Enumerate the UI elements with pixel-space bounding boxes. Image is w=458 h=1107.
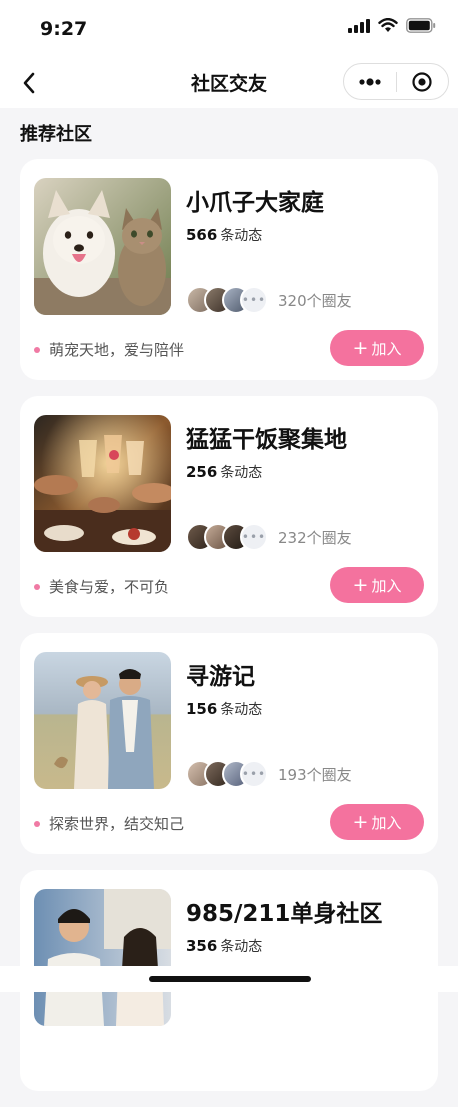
community-card[interactable]: 寻游记 156 条动态 ••• 193个圈友 探索世界，结交知己 + 加入 (20, 633, 438, 854)
signal-icon (348, 18, 370, 33)
member-count: 193个圈友 (278, 765, 352, 784)
tag-dot-icon (34, 820, 40, 827)
join-button[interactable]: + 加入 (330, 804, 424, 840)
more-members-icon: ••• (240, 523, 268, 551)
join-button[interactable]: + 加入 (330, 567, 424, 603)
plus-icon: + (352, 336, 369, 359)
home-indicator[interactable] (149, 976, 311, 982)
community-name: 小爪子大家庭 (186, 190, 324, 216)
member-avatars[interactable]: ••• 320个圈友 (186, 286, 352, 314)
tag-dot-icon (34, 583, 40, 590)
post-count-unit: 条动态 (220, 228, 263, 244)
member-avatars[interactable]: ••• 232个圈友 (186, 523, 352, 551)
post-count-unit: 条动态 (220, 702, 263, 718)
mini-program-capsule (343, 63, 449, 100)
community-image (34, 178, 171, 315)
more-button[interactable] (344, 64, 396, 99)
plus-icon: + (352, 573, 369, 596)
community-image (34, 652, 171, 789)
status-time: 9:27 (40, 18, 88, 40)
post-count-number: 566 (186, 226, 218, 244)
community-tagline: 美食与爱，不可负 (34, 576, 169, 597)
wifi-icon (378, 18, 398, 32)
status-bar: 9:27 (0, 0, 458, 58)
join-label: 加入 (371, 339, 402, 358)
post-count: 356 条动态 (186, 936, 262, 956)
home-indicator-area (0, 966, 458, 992)
community-image (34, 415, 171, 552)
post-count-number: 156 (186, 700, 218, 718)
battery-icon (406, 18, 436, 33)
community-list: 小爪子大家庭 566条动态 ••• 320个圈友 萌宠天地，爱与陪伴 + 加入 (20, 159, 438, 1107)
post-count-unit: 条动态 (220, 939, 263, 955)
post-count-unit: 条动态 (220, 465, 263, 481)
member-count: 232个圈友 (278, 528, 352, 547)
member-avatars[interactable]: ••• 193个圈友 (186, 760, 352, 788)
community-image (34, 889, 171, 1026)
post-count: 566 条动态 (186, 225, 262, 245)
community-tagline: 探索世界，结交知己 (34, 813, 184, 834)
more-dots-icon (359, 77, 381, 86)
tagline-text: 萌宠天地，爱与陪伴 (49, 341, 185, 359)
nav-bar: 社区交友 (0, 58, 458, 108)
post-count-number: 256 (186, 463, 218, 481)
community-name: 985/211单身社区 (186, 901, 383, 927)
tagline-text: 探索世界，结交知己 (49, 815, 185, 833)
tag-dot-icon (34, 346, 40, 353)
community-name: 寻游记 (186, 664, 255, 690)
join-button[interactable]: + 加入 (330, 330, 424, 366)
tagline-text: 美食与爱，不可负 (49, 578, 170, 596)
community-card[interactable]: 猛猛干饭聚集地 256 条动态 ••• 232个圈友 美食与爱，不可负 + 加入 (20, 396, 438, 617)
more-members-icon: ••• (240, 760, 268, 788)
member-count: 320个圈友 (278, 291, 352, 310)
post-count: 256 条动态 (186, 462, 262, 482)
post-count-number: 356 (186, 937, 218, 955)
more-members-icon: ••• (240, 286, 268, 314)
section-title: 推荐社区 (20, 124, 92, 145)
status-icons (348, 18, 436, 33)
join-label: 加入 (371, 576, 402, 595)
plus-icon: + (352, 810, 369, 833)
post-count: 156 条动态 (186, 699, 262, 719)
join-label: 加入 (371, 813, 402, 832)
community-tagline: 萌宠天地，爱与陪伴 (34, 339, 184, 360)
community-name: 猛猛干饭聚集地 (186, 427, 347, 453)
close-mini-program-button[interactable] (397, 64, 449, 99)
target-icon (412, 71, 432, 92)
community-card[interactable]: 小爪子大家庭 566 条动态 ••• 320个圈友 萌宠天地，爱与陪伴 + 加入 (20, 159, 438, 380)
